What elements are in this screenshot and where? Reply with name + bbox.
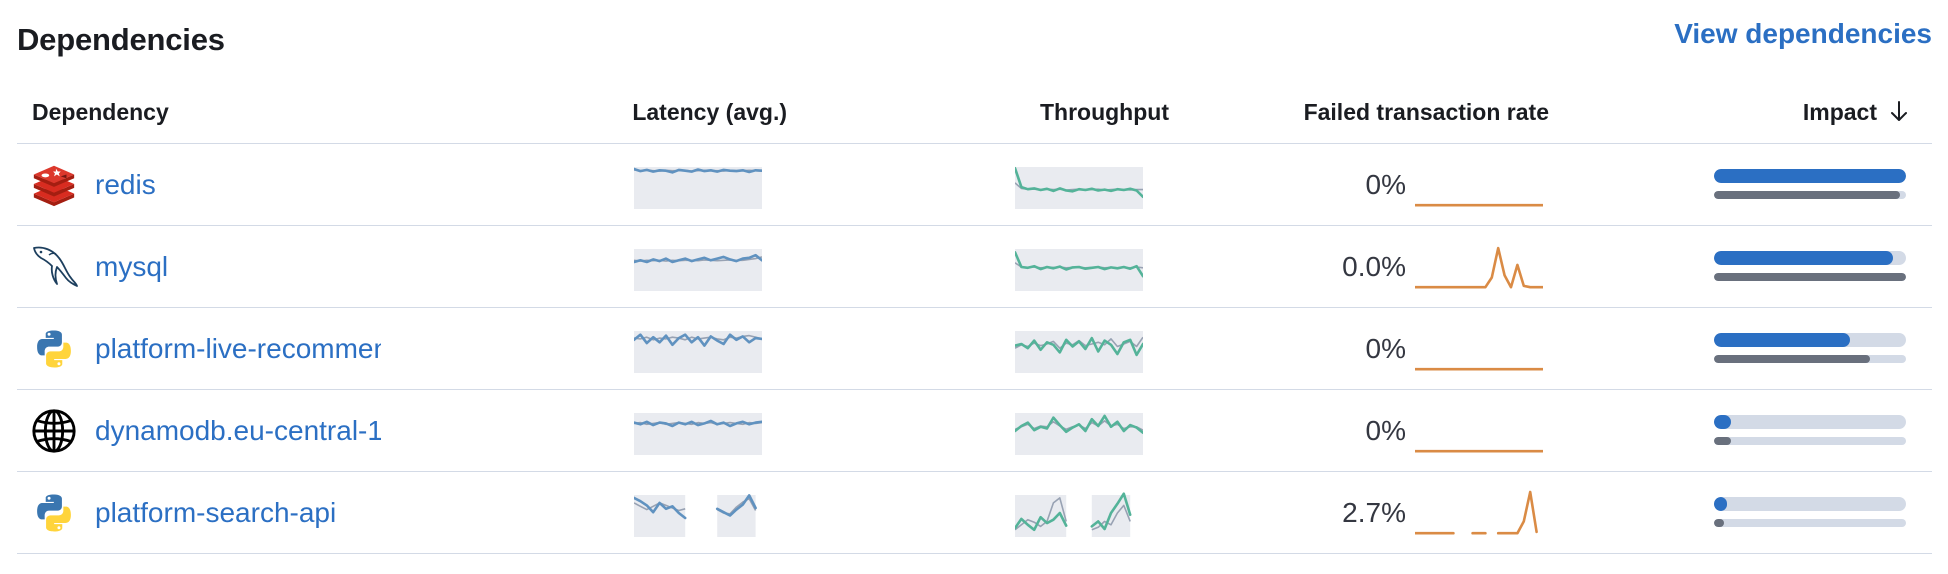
dependency-link[interactable]: dynamodb.eu-central-1 xyxy=(95,413,381,449)
python-icon xyxy=(29,488,79,538)
impact-previous-bar-fill xyxy=(1714,273,1906,281)
impact-bars xyxy=(1714,251,1906,281)
sparkline-line xyxy=(1415,490,1538,535)
arrow-down-icon[interactable] xyxy=(1889,100,1909,124)
impact-bars xyxy=(1714,497,1906,527)
latency-sparkline xyxy=(634,494,757,537)
failed-rate-value: 0% xyxy=(1365,415,1406,446)
throughput-sparkline xyxy=(1015,331,1143,373)
impact-previous-bar xyxy=(1714,519,1906,527)
throughput-sparkline xyxy=(1015,166,1143,209)
failed-rate-sparkline xyxy=(1415,367,1543,371)
column-header-label: Latency (avg.) xyxy=(632,99,787,125)
impact-bars xyxy=(1714,169,1906,199)
table-row: platform-live-recommendations 0% xyxy=(17,308,1932,390)
failed-rate-sparkline xyxy=(1415,490,1538,535)
latency-sparkline xyxy=(634,413,762,455)
table-row: dynamodb.eu-central-1 0% xyxy=(17,390,1932,472)
column-header-failed-rate[interactable]: Failed transaction rate xyxy=(1237,96,1549,128)
dependency-link[interactable]: platform-live-recommendations xyxy=(95,331,381,367)
latency-sparkline xyxy=(634,249,762,291)
failed-rate-sparkline xyxy=(1415,203,1543,207)
globe-icon xyxy=(29,406,79,456)
throughput-sparkline xyxy=(1015,413,1143,455)
table-row: redis 0% xyxy=(17,144,1932,226)
view-dependencies-link[interactable]: View dependencies xyxy=(1674,12,1932,56)
impact-bar xyxy=(1714,497,1906,511)
throughput-sparkline xyxy=(1015,249,1143,291)
impact-bar xyxy=(1714,251,1906,265)
dependencies-table: Dependency Latency (avg.) Throughput Fai… xyxy=(17,82,1932,554)
dependency-link[interactable]: mysql xyxy=(95,249,381,285)
impact-previous-bar-fill xyxy=(1714,519,1724,527)
failed-rate-value: 0.0% xyxy=(1342,251,1406,282)
column-header-dependency[interactable]: Dependency xyxy=(32,96,169,128)
impact-previous-bar-fill xyxy=(1714,191,1901,199)
impact-previous-bar xyxy=(1714,437,1906,445)
impact-previous-bar-fill xyxy=(1714,437,1732,445)
dependency-cell: redis xyxy=(29,144,381,226)
dependency-link[interactable]: redis xyxy=(95,167,381,203)
column-header-label: Dependency xyxy=(32,99,169,125)
table-body: redis 0% mysql 0.0% platform-live-recommenda… xyxy=(17,144,1932,554)
failed-rate-value: 0% xyxy=(1365,333,1406,364)
impact-previous-bar xyxy=(1714,355,1906,363)
failed-rate-sparkline xyxy=(1415,449,1543,453)
sparkline-area xyxy=(634,167,762,209)
python-icon xyxy=(29,324,79,374)
impact-bar xyxy=(1714,333,1906,347)
sparkline-area xyxy=(1015,331,1143,373)
impact-bar-fill xyxy=(1714,251,1893,265)
sparkline-area xyxy=(1015,413,1143,455)
table-row: mysql 0.0% xyxy=(17,226,1932,308)
dependencies-panel: Dependencies View dependencies Dependenc… xyxy=(17,0,1932,574)
latency-sparkline xyxy=(634,167,762,209)
dependency-cell: dynamodb.eu-central-1 xyxy=(29,390,381,472)
dependency-cell: platform-live-recommendations xyxy=(29,308,381,390)
sparkline-line xyxy=(1415,246,1543,289)
column-header-label: Impact xyxy=(1802,99,1877,125)
column-header-label: Failed transaction rate xyxy=(1303,99,1549,125)
dependency-link[interactable]: platform-search-api xyxy=(95,495,381,531)
column-header-impact[interactable]: Impact xyxy=(1647,96,1909,128)
failed-rate-value: 0% xyxy=(1365,169,1406,200)
impact-bar-fill xyxy=(1714,333,1851,347)
mysql-dolphin-icon xyxy=(29,242,79,292)
column-header-latency[interactable]: Latency (avg.) xyxy=(597,96,787,128)
dependency-cell: platform-search-api xyxy=(29,472,381,554)
latency-sparkline xyxy=(634,331,762,373)
impact-bars xyxy=(1714,333,1906,363)
sparkline-area xyxy=(634,413,762,455)
table-header: Dependency Latency (avg.) Throughput Fai… xyxy=(17,82,1932,144)
redis-icon xyxy=(29,160,79,210)
impact-bar xyxy=(1714,169,1906,183)
impact-bars xyxy=(1714,415,1906,445)
impact-bar xyxy=(1714,415,1906,429)
table-row: platform-search-api 2.7% xyxy=(17,472,1932,554)
impact-bar-fill xyxy=(1714,169,1906,183)
failed-rate-value: 2.7% xyxy=(1342,497,1406,528)
dependency-cell: mysql xyxy=(29,226,381,308)
impact-bar-fill xyxy=(1714,497,1728,511)
impact-previous-bar-fill xyxy=(1714,355,1870,363)
column-header-label: Throughput xyxy=(1039,99,1169,125)
sparkline-area xyxy=(1015,249,1143,291)
impact-bar-fill xyxy=(1714,415,1732,429)
failed-rate-sparkline xyxy=(1415,246,1543,289)
sparkline-area xyxy=(634,249,762,291)
impact-previous-bar xyxy=(1714,273,1906,281)
panel-title: Dependencies xyxy=(17,22,225,57)
impact-previous-bar xyxy=(1714,191,1906,199)
column-header-throughput[interactable]: Throughput xyxy=(957,96,1169,128)
throughput-sparkline xyxy=(1015,492,1132,537)
